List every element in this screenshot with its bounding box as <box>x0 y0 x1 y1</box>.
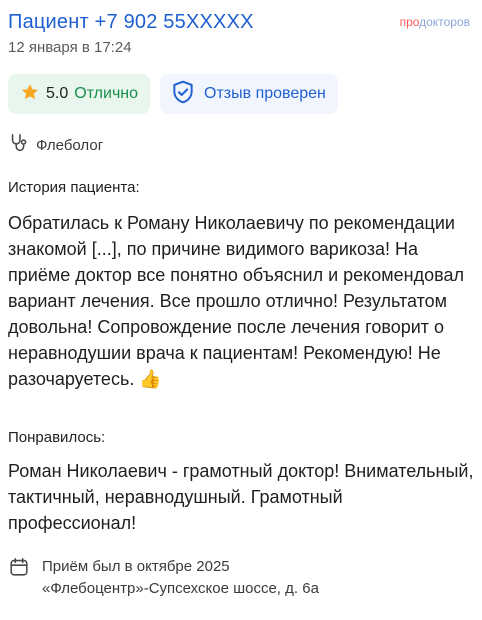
verified-badge[interactable]: Отзыв проверен <box>160 74 338 114</box>
liked-text: Роман Николаевич - грамотный доктор! Вни… <box>8 461 474 533</box>
rating-score: 5.0 <box>46 85 69 102</box>
history-text: Обратилась к Роману Николаевичу по реком… <box>8 213 464 389</box>
stethoscope-icon <box>8 132 30 159</box>
verified-label: Отзыв проверен <box>204 85 326 102</box>
visit-date: Приём был в октябре 2025 <box>42 558 230 575</box>
review-header: Пациент +7 902 55XXXXX продокторов 12 ян… <box>8 8 474 58</box>
specialty-row: Флеболог <box>8 132 103 159</box>
thumbs-up-emoji: 👍 <box>139 369 162 389</box>
clinic-address[interactable]: «Флебоцентр»-Супсехское шоссе, д. 6а <box>42 578 319 600</box>
review-date: 12 января в 17:24 <box>8 39 132 56</box>
shield-check-icon <box>170 79 196 110</box>
specialty-label: Флеболог <box>36 137 104 154</box>
history-title: История пациента: <box>8 179 140 196</box>
rating-badge: 5.0 Отлично <box>8 74 151 114</box>
calendar-icon <box>8 556 30 600</box>
rating-label: Отлично <box>74 85 139 102</box>
star-icon <box>20 82 40 107</box>
liked-title: Понравилось: <box>8 429 106 446</box>
badges-row: 5.0 Отлично Отзыв проверен <box>8 74 338 114</box>
brand-logo: продокторов <box>399 15 470 29</box>
visit-info: Приём был в октябре 2025 «Флебоцентр»-Су… <box>8 556 319 600</box>
